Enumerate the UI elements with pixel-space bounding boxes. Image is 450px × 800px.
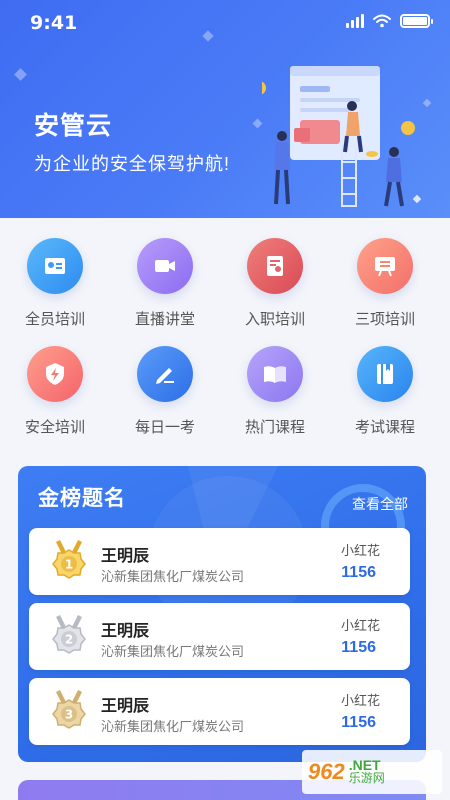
- ranking-company: 沁新集团焦化厂煤炭公司: [101, 644, 245, 659]
- hero-illustration: [262, 66, 422, 207]
- menu-item[interactable]: 每日一考: [110, 346, 220, 437]
- ranking-user: 小红花: [340, 693, 380, 708]
- menu-item[interactable]: 安全培训: [0, 346, 110, 437]
- ranking-user: 小红花: [340, 543, 380, 558]
- menu-item[interactable]: 三项培训: [330, 238, 440, 329]
- app-slogan: 为企业的安全保驾护航!: [34, 154, 230, 174]
- ranking-card: 金榜题名 查看全部 1 王明辰 沁新集团焦化厂煤炭公司 小红花 1156 2 王…: [18, 466, 426, 762]
- book-icon: [357, 346, 413, 402]
- menu-item[interactable]: 入职培训: [220, 238, 330, 329]
- wifi-icon: [373, 14, 391, 28]
- ranking-score: 1156: [341, 714, 376, 731]
- decor-diamond: [252, 118, 263, 129]
- video-camera-icon: [137, 238, 193, 294]
- ranking-user: 小红花: [340, 618, 380, 633]
- menu-item-label: 安全培训: [24, 419, 85, 436]
- ranking-row[interactable]: 1 王明辰 沁新集团焦化厂煤炭公司 小红花 1156: [29, 528, 410, 595]
- menu-item[interactable]: 直播讲堂: [110, 238, 220, 329]
- menu-item-label: 考试课程: [354, 419, 415, 436]
- menu-item[interactable]: 考试课程: [330, 346, 440, 437]
- medal-rank-number: 2: [65, 633, 73, 647]
- menu-item-label: 热门课程: [244, 419, 305, 436]
- ranking-score: 1156: [341, 639, 376, 656]
- main-content: 全员培训 直播讲堂 入职培训 三项培训安全培训 每日一考 热门课程 考试课程 金榜题名 查看…: [0, 218, 450, 800]
- app-title: 安管云: [34, 112, 113, 140]
- silver-medal-icon: 2: [52, 615, 86, 654]
- watermark-site-name: 乐游网: [348, 771, 385, 785]
- status-icons: [346, 14, 433, 28]
- open-book-icon: [247, 346, 303, 402]
- ranking-row[interactable]: 2 王明辰 沁新集团焦化厂煤炭公司 小红花 1156: [29, 603, 410, 670]
- ranking-row[interactable]: 3 王明辰 沁新集团焦化厂煤炭公司 小红花 1156: [29, 678, 410, 745]
- menu-item[interactable]: 热门课程: [220, 346, 330, 437]
- ranking-title: 金榜题名: [38, 487, 126, 510]
- cellular-signal-icon: [346, 14, 364, 28]
- decor-diamond: [14, 68, 27, 81]
- site-watermark: 962 .NET 乐游网: [302, 750, 442, 794]
- menu-item-label: 入职培训: [244, 311, 305, 328]
- ranking-name: 王明辰: [101, 623, 150, 640]
- status-bar: 9:41: [0, 0, 450, 48]
- menu-item-label: 三项培训: [354, 311, 415, 328]
- shield-bolt-icon: [27, 346, 83, 402]
- gold-medal-icon: 1: [52, 540, 86, 579]
- battery-icon: [400, 14, 433, 28]
- menu-item-label: 直播讲堂: [134, 311, 195, 328]
- menu-item[interactable]: 全员培训: [0, 238, 110, 329]
- document-person-icon: [247, 238, 303, 294]
- id-card-icon: [27, 238, 83, 294]
- view-all-link[interactable]: 查看全部: [352, 494, 408, 514]
- ranking-company: 沁新集团焦化厂煤炭公司: [101, 569, 245, 584]
- header-banner: 9:41 安管云 为企业的安全保驾护航!: [0, 0, 450, 218]
- ranking-name: 王明辰: [101, 698, 150, 715]
- watermark-logo: 962: [308, 759, 345, 784]
- pencil-icon: [137, 346, 193, 402]
- menu-item-label: 每日一考: [134, 419, 195, 436]
- bronze-medal-icon: 3: [52, 690, 86, 729]
- easel-icon: [357, 238, 413, 294]
- ranking-company: 沁新集团焦化厂煤炭公司: [101, 719, 245, 734]
- ranking-name: 王明辰: [101, 548, 150, 565]
- status-time: 9:41: [30, 12, 78, 34]
- ranking-score: 1156: [341, 564, 376, 581]
- menu-item-label: 全员培训: [24, 311, 85, 328]
- medal-rank-number: 1: [65, 558, 73, 572]
- medal-rank-number: 3: [65, 708, 73, 722]
